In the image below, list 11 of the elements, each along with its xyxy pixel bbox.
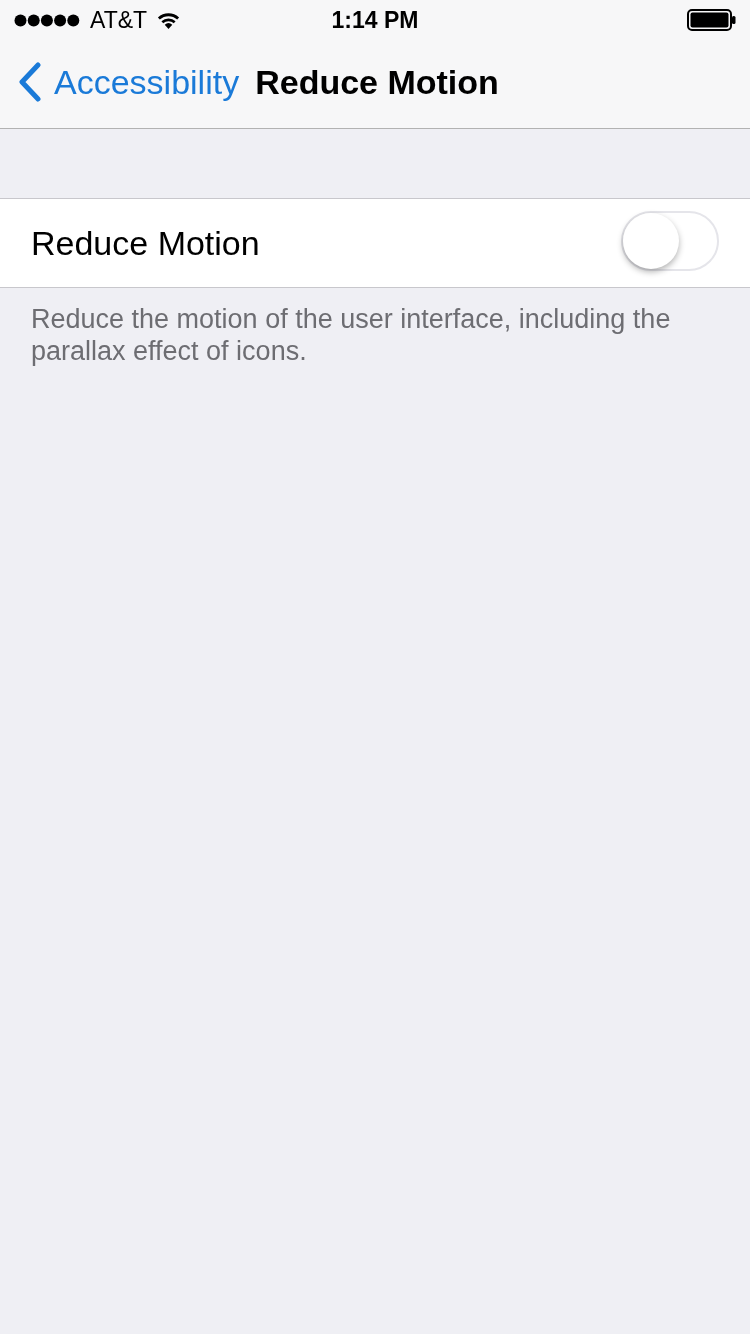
- back-chevron-icon: [17, 62, 42, 102]
- wifi-icon: [157, 11, 181, 29]
- toggle-switch[interactable]: [621, 210, 719, 271]
- setting-description: Reduce the motion of the user interface, including the parallax effect of icons.: [30, 303, 672, 367]
- setting-label: Reduce Motion: [31, 226, 260, 260]
- battery-icon: [687, 9, 736, 31]
- status-time: 1:14 PM: [331, 8, 419, 32]
- page-title: Reduce Motion: [255, 65, 499, 99]
- back-button[interactable]: Accessibility: [17, 62, 240, 102]
- signal-strength-icon: [14, 13, 80, 27]
- carrier-label: AT&T: [90, 8, 148, 32]
